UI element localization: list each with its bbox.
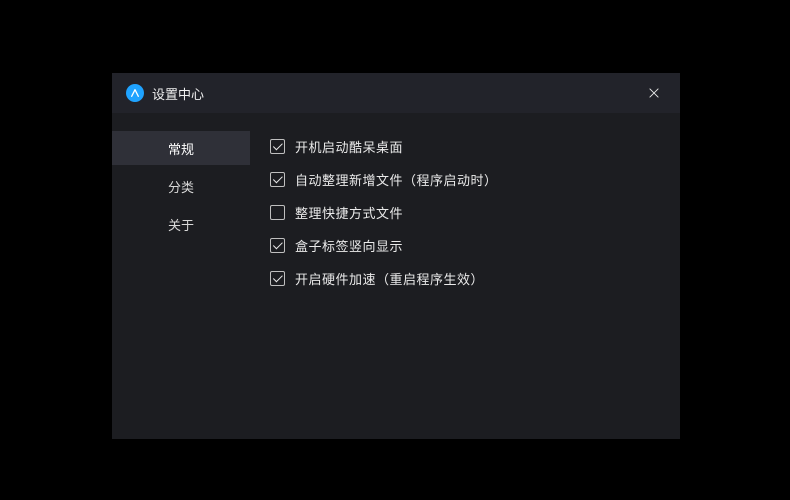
sidebar-item-general[interactable]: 常规 [112,131,250,165]
checkbox-verticaltabs[interactable] [270,238,285,253]
dialog-body: 常规 分类 关于 开机启动酷呆桌面 自动整理新增文件（程序启动时） 整理快捷方式… [112,113,680,439]
settings-panel: 开机启动酷呆桌面 自动整理新增文件（程序启动时） 整理快捷方式文件 盒子标签竖向… [250,113,680,439]
setting-row-autoorganize: 自动整理新增文件（程序启动时） [270,170,660,189]
close-icon [647,86,661,100]
setting-label: 开机启动酷呆桌面 [295,137,403,156]
setting-label: 开启硬件加速（重启程序生效） [295,269,484,288]
setting-row-shortcuts: 整理快捷方式文件 [270,203,660,222]
app-icon [126,84,144,102]
checkbox-hwaccel[interactable] [270,271,285,286]
window-title: 设置中心 [152,84,204,103]
checkbox-autostart[interactable] [270,139,285,154]
checkbox-autoorganize[interactable] [270,172,285,187]
checkbox-shortcuts[interactable] [270,205,285,220]
setting-label: 整理快捷方式文件 [295,203,403,222]
setting-row-hwaccel: 开启硬件加速（重启程序生效） [270,269,660,288]
titlebar: 设置中心 [112,73,680,113]
setting-row-verticaltabs: 盒子标签竖向显示 [270,236,660,255]
setting-label: 自动整理新增文件（程序启动时） [295,170,498,189]
sidebar: 常规 分类 关于 [112,113,250,439]
settings-dialog: 设置中心 常规 分类 关于 开机启动酷呆桌面 自动整理新增文件（程序启动时） 整… [112,73,680,439]
sidebar-item-category[interactable]: 分类 [112,169,250,203]
setting-row-autostart: 开机启动酷呆桌面 [270,137,660,156]
sidebar-item-about[interactable]: 关于 [112,207,250,241]
setting-label: 盒子标签竖向显示 [295,236,403,255]
close-button[interactable] [640,73,668,113]
